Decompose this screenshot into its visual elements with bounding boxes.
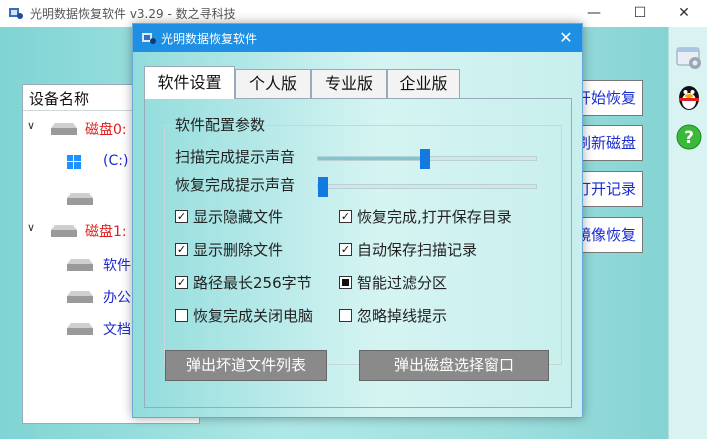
partition-label: 办公 <box>103 290 131 306</box>
dialog-body: 软件设置 个人版 专业版 企业版 软件配置参数 扫描完成提示声音 恢复完成提示声… <box>133 52 582 417</box>
tab-professional-edition[interactable]: 专业版 <box>311 69 387 98</box>
maximize-button[interactable]: ☐ <box>617 0 663 27</box>
slider-fill <box>318 157 420 160</box>
checkbox-box[interactable] <box>339 276 352 289</box>
slider-thumb[interactable] <box>420 149 430 169</box>
hard-disk-icon <box>67 259 93 271</box>
close-button[interactable]: ✕ <box>661 0 707 27</box>
window-title: 光明数据恢复软件 v3.29 - 数之寻科技 <box>30 7 236 21</box>
device-name-column: 设备名称 <box>29 90 90 108</box>
checkbox-box[interactable]: ✓ <box>175 276 188 289</box>
checkbox-label: 忽略掉线提示 <box>357 307 448 325</box>
dialog-titlebar: 光明数据恢复软件 ✕ <box>133 24 582 52</box>
recovery-sound-label: 恢复完成提示声音 <box>175 176 296 194</box>
hard-disk-icon <box>51 123 77 135</box>
config-group-title: 软件配置参数 <box>175 116 266 134</box>
open-record-button[interactable]: 打开记录 <box>573 171 643 207</box>
tab-software-settings[interactable]: 软件设置 <box>144 66 235 99</box>
hard-disk-icon <box>67 291 93 303</box>
checkbox-label: 路径最长256字节 <box>193 274 312 292</box>
checkbox-label: 智能过滤分区 <box>357 274 448 292</box>
checkbox-box[interactable]: ✓ <box>175 210 188 223</box>
checkbox-box[interactable]: ✓ <box>339 210 352 223</box>
checkbox-label: 恢复完成关闭电脑 <box>193 307 314 325</box>
checkbox-label: 显示隐藏文件 <box>193 208 284 226</box>
recovery-sound-slider[interactable] <box>317 177 537 197</box>
hard-disk-icon <box>67 193 93 205</box>
checkbox-label: 显示删除文件 <box>193 241 284 259</box>
app-logo-icon <box>142 33 156 44</box>
start-recovery-button[interactable]: 开始恢复 <box>573 80 643 116</box>
refresh-disk-button[interactable]: 刷新磁盘 <box>573 125 643 161</box>
dialog-title: 光明数据恢复软件 <box>161 32 258 46</box>
expand-arrow-icon[interactable]: ∨ <box>27 221 35 234</box>
partition-label: (C:) <box>103 153 129 169</box>
scan-sound-label: 扫描完成提示声音 <box>175 148 296 166</box>
settings-window-icon[interactable] <box>675 43 703 71</box>
checkbox-box[interactable]: ✓ <box>339 243 352 256</box>
slider-thumb[interactable] <box>318 177 328 197</box>
tab-enterprise-edition[interactable]: 企业版 <box>387 69 460 98</box>
partition-label: 文档 <box>103 322 131 338</box>
right-toolbar: ? <box>668 27 707 439</box>
hard-disk-icon <box>67 323 93 335</box>
checkbox-label: 恢复完成,打开保存目录 <box>357 208 512 226</box>
checkbox-box[interactable] <box>339 309 352 322</box>
windows-logo-icon <box>67 155 81 169</box>
checkbox-label: 自动保存扫描记录 <box>357 241 478 259</box>
bad-sector-list-button[interactable]: 弹出坏道文件列表 <box>165 350 327 381</box>
qq-penguin-icon[interactable] <box>675 83 703 111</box>
help-icon[interactable]: ? <box>675 123 703 151</box>
scan-sound-slider[interactable] <box>317 149 537 169</box>
tab-personal-edition[interactable]: 个人版 <box>235 69 311 98</box>
checkbox-box[interactable]: ✓ <box>175 243 188 256</box>
app-logo-icon <box>9 8 23 19</box>
image-recovery-button[interactable]: 镜像恢复 <box>573 217 643 253</box>
settings-dialog: 光明数据恢复软件 ✕ 软件设置 个人版 专业版 企业版 软件配置参数 扫描完成提… <box>132 23 583 418</box>
hard-disk-icon <box>51 225 77 237</box>
expand-arrow-icon[interactable]: ∨ <box>27 119 35 132</box>
disk-label: 磁盘0: <box>85 122 127 138</box>
disk-select-window-button[interactable]: 弹出磁盘选择窗口 <box>359 350 549 381</box>
partition-label: 软件 <box>103 258 131 274</box>
svg-text:?: ? <box>684 128 694 148</box>
disk-label: 磁盘1: <box>85 224 127 240</box>
dialog-close-button[interactable]: ✕ <box>550 24 582 52</box>
checkbox-box[interactable] <box>175 309 188 322</box>
